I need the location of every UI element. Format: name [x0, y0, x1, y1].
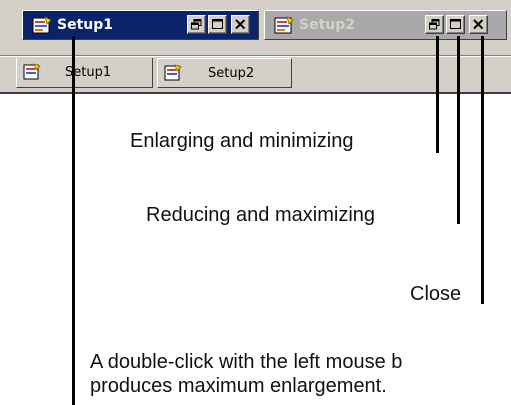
tab-setup1[interactable]: Setup1	[16, 58, 153, 88]
document-icon	[273, 16, 295, 36]
document-icon	[31, 16, 53, 36]
restore-icon	[191, 19, 202, 30]
window-title: Setup2	[299, 17, 355, 33]
caption-maximize: Reducing and maximizing	[146, 204, 376, 226]
close-button[interactable]	[231, 15, 250, 34]
restore-button[interactable]	[187, 15, 206, 34]
caption-double-click-line1: A double-click with the left mouse b	[90, 351, 403, 373]
caption-restore: Enlarging and minimizing	[130, 130, 354, 152]
close-icon	[473, 19, 484, 30]
maximize-button[interactable]	[446, 15, 465, 34]
restore-icon	[429, 19, 440, 30]
caption-double-click-line2: produces maximum enlargement.	[90, 375, 387, 397]
callout-line-restore	[436, 36, 439, 153]
close-icon	[235, 19, 246, 30]
document-icon	[22, 63, 42, 82]
titlebar-setup2[interactable]: Setup2	[264, 10, 507, 40]
close-button[interactable]	[469, 15, 488, 34]
callout-line-close	[481, 36, 484, 304]
window-title: Setup1	[57, 17, 113, 33]
caption-close: Close	[410, 283, 462, 305]
maximize-button[interactable]	[208, 15, 227, 34]
titlebar-setup1[interactable]: Setup1	[22, 10, 259, 40]
tab-label: Setup2	[208, 66, 255, 81]
callout-line-maximize	[457, 36, 460, 224]
window-strip: Setup1 Setup2 Setup1 Setup2	[0, 0, 511, 94]
tab-setup2[interactable]: Setup2	[157, 58, 292, 88]
tab-divider	[0, 55, 511, 57]
restore-button[interactable]	[425, 15, 444, 34]
maximize-icon	[212, 19, 223, 29]
document-icon	[163, 64, 183, 83]
callout-line-titlebar	[72, 36, 75, 405]
maximize-icon	[450, 19, 461, 29]
